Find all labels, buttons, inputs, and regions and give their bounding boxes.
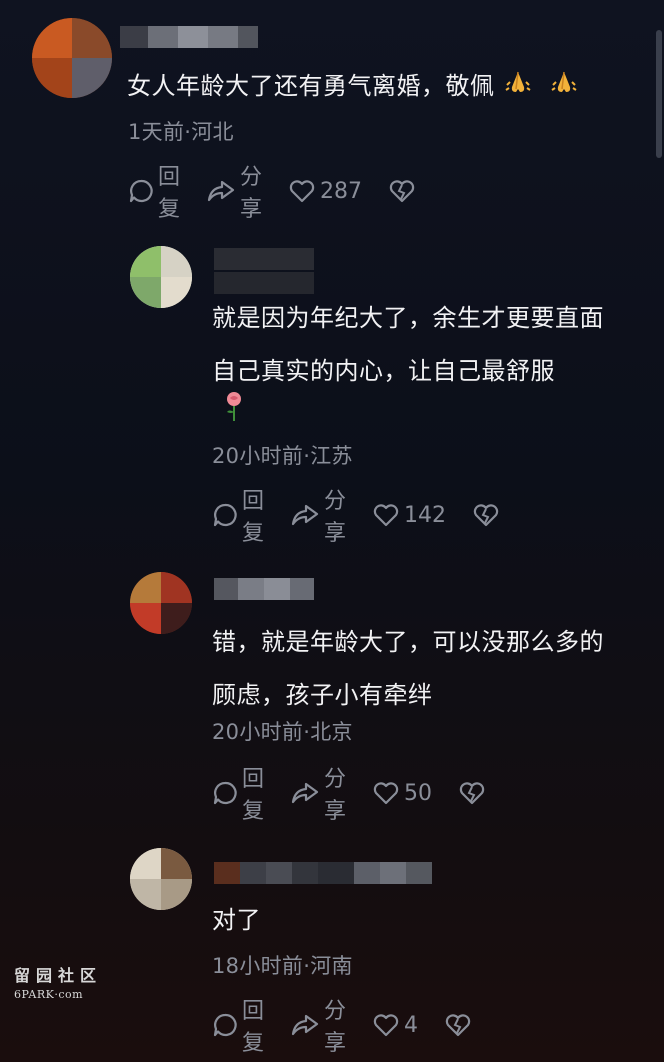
dislike-button[interactable] [472, 502, 500, 528]
reply-button[interactable]: 回复 [128, 159, 180, 223]
username-blurred[interactable] [214, 578, 314, 600]
watermark: 留园社区 6PARK·com [14, 966, 103, 1001]
like-count: 50 [404, 780, 433, 806]
comment-actions: 回复 分享 4 [212, 999, 498, 1056]
username-blurred[interactable] [120, 26, 258, 48]
like-button[interactable]: 4 [372, 1012, 418, 1038]
avatar[interactable] [130, 848, 192, 910]
share-icon [290, 1012, 320, 1038]
reply-icon [212, 1012, 238, 1038]
reply-icon [212, 502, 238, 528]
scrollbar[interactable] [656, 30, 662, 158]
dislike-button[interactable] [388, 178, 416, 204]
rose-emoji [222, 390, 246, 426]
comment-text: 女人年龄大了还有勇气离婚，敬佩 [127, 60, 579, 114]
like-count: 4 [404, 1012, 419, 1038]
comment-actions: 回复 分享 50 [212, 767, 512, 824]
username-blurred[interactable] [214, 862, 432, 884]
reply-button[interactable]: 回复 [212, 483, 264, 547]
comment-meta: 20小时前·江苏 [212, 444, 353, 468]
dislike-button[interactable] [458, 780, 486, 806]
reply-button[interactable]: 回复 [212, 761, 264, 825]
comment-text: 对了 [212, 906, 261, 934]
like-button[interactable]: 50 [372, 780, 432, 806]
avatar[interactable] [32, 18, 112, 98]
heart-icon [372, 780, 400, 806]
heart-icon [288, 178, 316, 204]
reply-icon [212, 780, 238, 806]
heart-icon [372, 502, 400, 528]
share-button[interactable]: 分享 [290, 483, 346, 547]
heart-icon [372, 1012, 400, 1038]
like-count: 287 [320, 178, 363, 204]
share-button[interactable]: 分享 [206, 159, 262, 223]
comment-actions: 回复 分享 142 [212, 489, 526, 546]
comment-meta: 18小时前·河南 [212, 954, 353, 978]
broken-heart-icon [472, 502, 500, 528]
broken-heart-icon [444, 1012, 472, 1038]
share-icon [206, 178, 236, 204]
broken-heart-icon [388, 178, 416, 204]
share-icon [290, 780, 320, 806]
comment-meta: 20小时前·北京 [212, 720, 353, 744]
share-button[interactable]: 分享 [290, 993, 346, 1057]
like-button[interactable]: 142 [372, 502, 446, 528]
like-count: 142 [404, 502, 447, 528]
comment-actions: 回复 分享 287 [128, 165, 442, 222]
avatar[interactable] [130, 246, 192, 308]
avatar[interactable] [130, 572, 192, 634]
share-button[interactable]: 分享 [290, 761, 346, 825]
comment-text: 就是因为年纪大了，余生才更要直面 自己真实的内心，让自己最舒服 [212, 304, 604, 385]
comment-meta: 1天前·河北 [128, 120, 234, 144]
like-button[interactable]: 287 [288, 178, 362, 204]
share-icon [290, 502, 320, 528]
dislike-button[interactable] [444, 1012, 472, 1038]
praying-hands-emoji [503, 61, 533, 114]
broken-heart-icon [458, 780, 486, 806]
praying-hands-emoji [549, 61, 579, 114]
username-blurred [214, 272, 314, 294]
username-blurred[interactable] [214, 248, 314, 270]
comment-text: 错，就是年龄大了，可以没那么多的 顾虑，孩子小有牵绊 [212, 628, 604, 709]
reply-icon [128, 178, 154, 204]
reply-button[interactable]: 回复 [212, 993, 264, 1057]
